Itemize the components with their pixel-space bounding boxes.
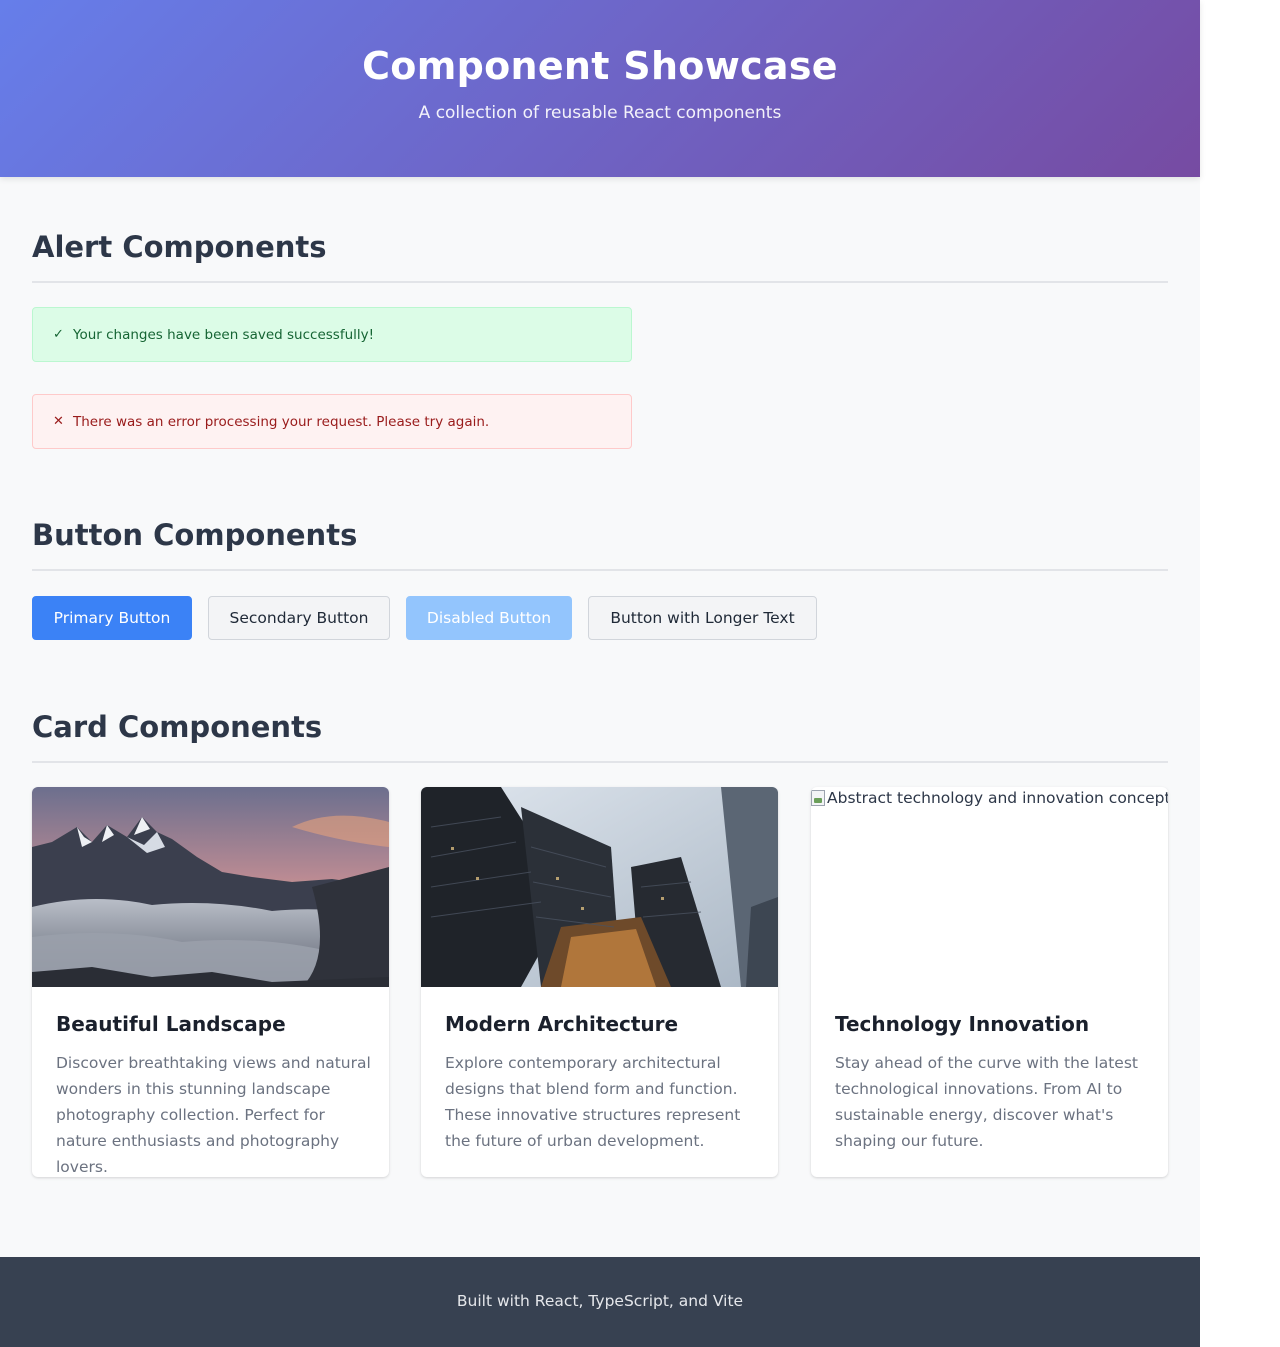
success-alert: ✓ Your changes have been saved successfu…	[32, 307, 632, 362]
disabled-button: Disabled Button	[406, 596, 572, 640]
card-landscape[interactable]: Beautiful Landscape Discover breathtakin…	[32, 787, 389, 1177]
footer-text: Built with React, TypeScript, and Vite	[456, 1292, 744, 1310]
card-description: Discover breathtaking views and natural …	[56, 1054, 371, 1176]
section-title-cards: Card Components	[32, 710, 323, 744]
card-title: Beautiful Landscape	[56, 1012, 286, 1036]
section-title-buttons: Button Components	[32, 518, 358, 552]
check-icon: ✓	[53, 327, 64, 342]
card-image-technology: Abstract technology and innovation conce…	[811, 787, 1168, 987]
app-root: Component Showcase A collection of reusa…	[0, 0, 1200, 1347]
card-image-landscape	[32, 787, 389, 987]
card-description: Explore contemporary architectural desig…	[445, 1054, 741, 1150]
card-title: Technology Innovation	[835, 1012, 1090, 1036]
card-architecture[interactable]: Modern Architecture Explore contemporary…	[421, 787, 778, 1177]
card-title: Modern Architecture	[445, 1012, 679, 1036]
success-alert-message: Your changes have been saved successfull…	[73, 326, 375, 343]
image-alt-text: Abstract technology and innovation conce…	[827, 789, 1168, 807]
page-header: Component Showcase A collection of reusa…	[0, 0, 1200, 177]
close-icon: ✕	[53, 414, 64, 429]
error-alert-message: There was an error processing your reque…	[73, 413, 490, 430]
page-subtitle: A collection of reusable React component…	[418, 103, 782, 123]
secondary-button[interactable]: Secondary Button	[208, 596, 390, 640]
section-title-alerts: Alert Components	[32, 230, 327, 264]
section-divider	[32, 761, 1168, 763]
primary-button[interactable]: Primary Button	[32, 596, 192, 640]
longer-text-button[interactable]: Button with Longer Text	[588, 596, 817, 640]
card-description: Stay ahead of the curve with the latest …	[835, 1054, 1138, 1150]
broken-image-alt: Abstract technology and innovation conce…	[811, 789, 1168, 807]
card-image-architecture	[421, 787, 778, 987]
section-divider	[32, 569, 1168, 571]
page-footer: Built with React, TypeScript, and Vite	[0, 1257, 1200, 1347]
error-alert: ✕ There was an error processing your req…	[32, 394, 632, 449]
card-technology[interactable]: Abstract technology and innovation conce…	[811, 787, 1168, 1177]
section-divider	[32, 281, 1168, 283]
broken-image-icon	[811, 790, 825, 806]
page-title: Component Showcase	[362, 44, 838, 88]
